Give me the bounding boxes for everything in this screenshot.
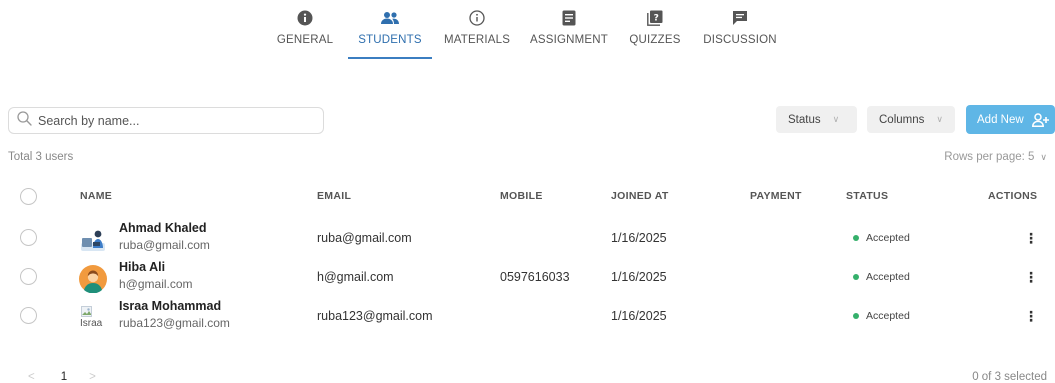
status-badge: Accepted <box>853 232 910 244</box>
quiz-icon: ? <box>647 8 663 28</box>
tab-materials[interactable]: MATERIALS <box>438 6 516 59</box>
status-dot-icon <box>853 313 859 319</box>
joined-cell: 1/16/2025 <box>611 309 667 323</box>
avatar <box>79 265 107 294</box>
chevron-down-icon: ∨ <box>1040 151 1047 162</box>
avatar-alt-text: Israa <box>80 318 103 329</box>
row-actions-menu-icon[interactable]: ⋮ <box>1023 267 1039 287</box>
joined-cell: 1/16/2025 <box>611 270 667 284</box>
column-header-name: NAME <box>80 190 113 202</box>
columns-dropdown[interactable]: Columns ∨ <box>867 106 955 133</box>
joined-cell: 1/16/2025 <box>611 231 667 245</box>
tab-students[interactable]: STUDENTS <box>348 6 432 59</box>
page-number-button[interactable]: 1 <box>61 371 67 383</box>
status-badge: Accepted <box>853 310 910 322</box>
total-users-count: Total 3 users <box>8 151 74 163</box>
status-dot-icon <box>853 274 859 280</box>
tab-discussion[interactable]: DISCUSSION <box>698 6 782 59</box>
column-header-status: STATUS <box>846 190 889 202</box>
tab-label: ASSIGNMENT <box>529 34 609 46</box>
status-badge: Accepted <box>853 271 910 283</box>
course-tabs: GENERAL STUDENTS MATERIALS ASSIGNMENT ? … <box>273 6 782 59</box>
chat-icon <box>732 8 748 28</box>
add-user-icon <box>1031 112 1050 127</box>
broken-image-icon <box>81 306 92 317</box>
info-outline-icon <box>469 8 485 28</box>
avatar <box>79 226 107 254</box>
select-all-checkbox[interactable] <box>20 188 37 205</box>
email-cell: h@gmail.com <box>317 270 394 284</box>
row-checkbox[interactable] <box>20 268 37 285</box>
add-new-label: Add New <box>977 113 1024 126</box>
chevron-down-icon: ∨ <box>832 114 840 124</box>
tab-assignment[interactable]: ASSIGNMENT <box>522 6 616 59</box>
previous-page-button[interactable]: < <box>28 371 35 383</box>
user-name: Ahmad Khaled <box>119 221 207 235</box>
next-page-button[interactable]: > <box>89 371 96 383</box>
status-label: Accepted <box>866 310 910 322</box>
table-header: NAME EMAIL MOBILE JOINED AT PAYMENT STAT… <box>0 183 1055 211</box>
tab-quizzes[interactable]: ? QUIZZES <box>622 6 688 59</box>
row-actions-menu-icon[interactable]: ⋮ <box>1023 228 1039 248</box>
search-icon <box>17 110 32 131</box>
email-cell: ruba@gmail.com <box>317 231 412 245</box>
status-dot-icon <box>853 235 859 241</box>
document-icon <box>562 8 576 28</box>
user-subtitle-email: ruba123@gmail.com <box>119 316 230 330</box>
chevron-down-icon: ∨ <box>936 114 943 124</box>
table-row[interactable]: Ahmad Khaled ruba@gmail.com ruba@gmail.c… <box>0 219 1055 257</box>
user-subtitle-email: ruba@gmail.com <box>119 238 210 252</box>
search-input[interactable] <box>38 113 308 128</box>
rows-per-page-select[interactable]: Rows per page: 5 ∨ <box>944 151 1047 163</box>
tab-label: DISCUSSION <box>703 34 777 46</box>
info-filled-icon <box>297 8 313 28</box>
row-checkbox[interactable] <box>20 307 37 324</box>
columns-label: Columns <box>879 113 925 126</box>
column-header-payment: PAYMENT <box>750 190 802 202</box>
row-checkbox[interactable] <box>20 229 37 246</box>
selection-count: 0 of 3 selected <box>972 371 1047 383</box>
avatar: Israa <box>79 304 107 332</box>
status-filter-label: Status <box>788 113 821 126</box>
email-cell: ruba123@gmail.com <box>317 309 433 323</box>
search-box[interactable] <box>8 107 324 134</box>
table-row[interactable]: Hiba Ali h@gmail.com h@gmail.com 0597616… <box>0 258 1055 296</box>
column-header-actions: ACTIONS <box>988 190 1038 202</box>
tab-general[interactable]: GENERAL <box>273 6 337 59</box>
user-subtitle-email: h@gmail.com <box>119 277 193 291</box>
tab-label: GENERAL <box>276 34 334 46</box>
mobile-cell: 0597616033 <box>500 270 570 284</box>
tab-label: QUIZZES <box>629 34 681 46</box>
row-actions-menu-icon[interactable]: ⋮ <box>1023 306 1039 326</box>
column-header-joined: JOINED AT <box>611 190 669 202</box>
user-name: Hiba Ali <box>119 260 166 274</box>
column-header-mobile: MOBILE <box>500 190 543 202</box>
status-label: Accepted <box>866 271 910 283</box>
tab-label: MATERIALS <box>443 34 511 46</box>
add-new-button[interactable]: Add New <box>966 105 1055 134</box>
status-label: Accepted <box>866 232 910 244</box>
pagination: < 1 > <box>28 371 96 383</box>
rows-per-page-label: Rows per page: 5 <box>944 151 1035 163</box>
table-row[interactable]: Israa Israa Mohammad ruba123@gmail.com r… <box>0 297 1055 335</box>
column-header-email: EMAIL <box>317 190 352 202</box>
users-icon <box>380 8 400 28</box>
user-name: Israa Mohammad <box>119 299 222 313</box>
tab-label: STUDENTS <box>358 34 422 46</box>
status-filter-dropdown[interactable]: Status ∨ <box>776 106 857 133</box>
svg-text:?: ? <box>654 14 659 24</box>
